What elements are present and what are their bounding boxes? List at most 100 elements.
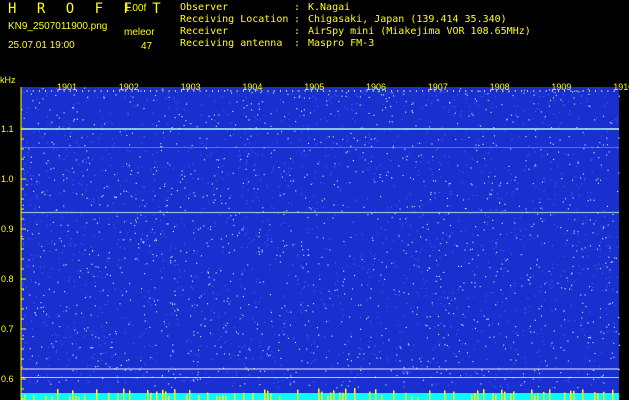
power-bar (327, 395, 329, 400)
x-tick-label: 1904 (242, 82, 262, 92)
power-bar (603, 391, 605, 400)
power-bar (234, 393, 236, 400)
power-bar (510, 394, 512, 400)
power-bar (33, 395, 35, 400)
x-tick-label: 1901 (57, 82, 77, 92)
power-bar (51, 396, 53, 400)
power-bar (453, 391, 455, 400)
observer-value: K.Nagai (308, 2, 351, 13)
power-bar (156, 391, 158, 400)
power-bar (243, 392, 245, 400)
power-bar (513, 391, 515, 400)
y-tick-label: 0.9 (1, 224, 14, 234)
power-bar (342, 392, 344, 400)
power-bar (564, 392, 566, 400)
power-bar (222, 394, 224, 400)
power-bar (96, 389, 98, 400)
power-bar (123, 388, 125, 400)
timestamp-label: 25.07.01 19:00 (8, 40, 75, 51)
power-bar (45, 395, 47, 400)
power-bar (330, 392, 332, 400)
power-bar (495, 394, 497, 400)
power-bar (186, 394, 188, 400)
power-bar (597, 393, 599, 400)
power-bar (219, 396, 221, 400)
power-bar (267, 390, 269, 400)
power-bar (168, 395, 170, 400)
header-bar: H R O F F T 1.00f KN9_2507011900.png mel… (0, 0, 629, 74)
mode-label: meleor (124, 27, 155, 38)
power-bar (75, 396, 77, 400)
power-bar (573, 390, 575, 400)
antenna-key: Receiving antenna (180, 38, 283, 49)
receiver-colon: : (294, 26, 301, 37)
power-bar (474, 393, 476, 400)
power-bar (570, 390, 572, 400)
x-tick-label: 1903 (181, 82, 201, 92)
receiver-key: Receiver (180, 26, 229, 37)
power-bar (537, 393, 539, 400)
location-row: Receiving Location: Chigasaki, Japan (139… (180, 14, 507, 25)
antenna-colon: : (294, 38, 301, 49)
x-tick-label: 1910 (613, 82, 629, 92)
power-bar (501, 389, 503, 400)
power-bar (369, 391, 371, 400)
power-bar (57, 388, 59, 400)
location-value: Chigasaki, Japan (139.414 35.340) (308, 14, 507, 25)
power-bar (543, 391, 545, 400)
power-bar (225, 395, 227, 400)
y-tick-label: 1.0 (1, 174, 14, 184)
power-bar (594, 392, 596, 400)
power-bar (24, 394, 26, 400)
power-bar (129, 390, 131, 400)
receiver-value: AirSpy mini (Miakejima VOR 108.65MHz) (308, 26, 531, 37)
spectrogram-background (21, 87, 619, 400)
power-bar (504, 391, 506, 400)
power-bar (165, 391, 167, 400)
x-tick-label: 1909 (551, 82, 571, 92)
power-bar (471, 394, 473, 400)
power-bar (444, 390, 446, 400)
power-bar (108, 392, 110, 400)
y-tick-label: 0.8 (1, 274, 14, 284)
x-tick-label: 1902 (119, 82, 139, 92)
power-bar (117, 393, 119, 400)
power-bar (69, 396, 71, 400)
power-bar (354, 388, 356, 400)
power-bar (189, 390, 191, 400)
x-tick-label: 1907 (428, 82, 448, 92)
y-unit-label: kHz (0, 75, 16, 85)
x-tick-label: 1908 (490, 82, 510, 92)
location-colon: : (294, 14, 301, 25)
antenna-value: Maspro FM-3 (308, 38, 375, 49)
power-bar (429, 390, 431, 400)
power-bar (381, 395, 383, 400)
power-bar (150, 392, 152, 400)
filename-label: KN9_2507011900.png (8, 21, 108, 32)
antenna-row: Receiving antenna: Maspro FM-3 (180, 38, 374, 49)
power-bar (321, 391, 323, 400)
power-bar (147, 390, 149, 400)
power-bar (411, 396, 413, 400)
power-bar (612, 389, 614, 400)
power-floor-base (21, 393, 619, 400)
power-bar (198, 395, 200, 400)
y-tick-label: 1.1 (1, 124, 14, 134)
power-bar (477, 390, 479, 400)
receiver-row: Receiver: AirSpy mini (Miakejima VOR 108.… (180, 26, 531, 37)
power-bar (375, 389, 377, 400)
power-bar (549, 389, 551, 400)
observer-key: Observer (180, 2, 229, 13)
spectrogram-plot: kHz 1.1 1.0 0.9 0.8 0.7 0.6 1901 1902 1903 1904 1… (0, 75, 629, 400)
power-bar (84, 395, 86, 400)
power-bar (297, 389, 299, 400)
power-bar (162, 389, 164, 400)
power-bar (264, 389, 266, 400)
power-bar (492, 393, 494, 400)
y-tick-label: 0.6 (1, 374, 14, 384)
observer-colon: : (294, 2, 301, 13)
power-bar (534, 395, 536, 400)
power-bar (531, 389, 533, 400)
location-key: Receiving Location (180, 14, 289, 25)
x-tick-label: 1905 (304, 82, 324, 92)
